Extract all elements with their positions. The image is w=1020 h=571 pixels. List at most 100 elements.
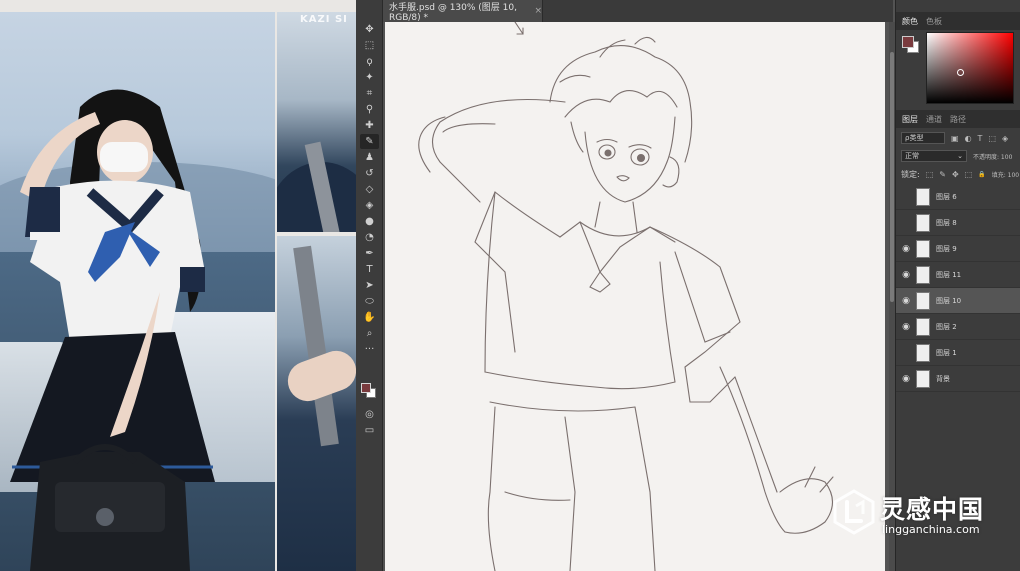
visibility-eye-icon[interactable]: ◉ [896,374,916,384]
filter-adjust-icon[interactable]: ◐ [965,134,972,143]
blur-icon[interactable]: ● [360,214,379,229]
visibility-eye-icon[interactable]: ◉ [896,270,916,280]
layer-name: 图层 9 [936,244,957,253]
tools-panel: ✥ ⬚ ϙ ✦ ⌗ ⚲ ✚ ✎ ♟ ↺ ◇ ◈ ● ◔ ✒ T ➤ ⬭ ✋ ⌕ ··· ◎ ▭ [356,0,383,571]
stamp-icon[interactable]: ♟ [360,150,379,165]
layer-row[interactable]: ◉ 图层 10 [896,288,1020,314]
foreground-color-swatch[interactable] [902,36,914,48]
bucket-icon[interactable]: ◈ [360,198,379,213]
document-tab-title: 水手服.psd @ 130% (图层 10, RGB/8) * [389,2,517,23]
tab-layers[interactable]: 图层 [902,114,918,125]
layer-row[interactable]: ◉ 背景 [896,366,1020,392]
marquee-icon[interactable]: ⬚ [360,38,379,53]
visibility-eye-icon[interactable]: ◉ [896,296,916,306]
pen-icon[interactable]: ✒ [360,246,379,261]
blend-row: 正常 ⌄ 不透明度: 100 [896,148,1020,164]
photoshop-window: ✥ ⬚ ϙ ✦ ⌗ ⚲ ✚ ✎ ♟ ↺ ◇ ◈ ● ◔ ✒ T ➤ ⬭ ✋ ⌕ ··· ◎ ▭ 水手服.psd @ 130%… [356,0,1020,571]
layer-thumbnail [916,187,930,206]
reference-photo-main [0,12,275,571]
scrollbar-thumb[interactable] [890,52,894,302]
right-panels: 颜色 色板 图层 通道 路径 ρ类型 ▣ ◐ T ⬚ ◈ 正常⌄ 不透明度: [895,0,1020,571]
history-brush-icon[interactable]: ↺ [360,166,379,181]
layer-thumbnail [916,317,930,336]
type-icon[interactable]: T [360,262,379,277]
lasso-icon[interactable]: ϙ [360,54,379,69]
layer-row[interactable]: 图层 6 [896,184,1020,210]
eyedropper-icon[interactable]: ⚲ [360,102,379,117]
layer-row[interactable]: 图层 1 [896,340,1020,366]
filter-smart-icon[interactable]: ◈ [1002,134,1008,143]
layer-name: 图层 2 [936,322,957,331]
filter-type-icon[interactable]: T [978,134,983,143]
layer-thumbnail [916,265,930,284]
quick-mask-icon[interactable]: ◎ [360,407,379,422]
document-tab[interactable]: 水手服.psd @ 130% (图层 10, RGB/8) * × [383,0,543,23]
layer-thumbnail [916,343,930,362]
site-watermark: 灵感中国 lingganchina.com [830,488,1015,544]
watermark-subtitle: lingganchina.com [882,523,980,536]
layer-name: 图层 8 [936,218,957,227]
canvas-area[interactable] [383,22,889,571]
shape-icon[interactable]: ⬭ [360,294,379,309]
layer-row[interactable]: 图层 8 [896,210,1020,236]
layer-name: 图层 1 [936,348,957,357]
layer-name: 背景 [936,374,950,383]
lock-row: 锁定: ⬚ ✎ ✥ ⬚ 🔒 填充: 100 [896,166,1020,182]
layer-thumbnail [916,369,930,388]
tab-color[interactable]: 颜色 [902,16,918,27]
layer-name: 图层 10 [936,296,962,305]
brush-icon[interactable]: ✎ [360,134,379,149]
lock-position-icon[interactable]: ✥ [952,170,959,179]
screen-mode-icon[interactable]: ▭ [360,423,379,438]
watermark-title: 灵感中国 [880,495,985,524]
layer-thumbnail [916,239,930,258]
healing-icon[interactable]: ✚ [360,118,379,133]
reference-photo-detail-top [277,12,356,232]
tab-channels[interactable]: 通道 [926,114,942,125]
layer-name: 图层 11 [936,270,962,279]
reference-photo-detail-bottom [277,236,356,571]
lock-all-icon[interactable]: 🔒 [978,171,985,178]
foreground-color-swatch[interactable] [361,383,371,393]
blend-mode-select[interactable]: 正常 ⌄ [901,150,967,162]
layer-filter-row: ρ类型 ▣ ◐ T ⬚ ◈ [896,130,1020,146]
crop-icon[interactable]: ⌗ [360,86,379,101]
more-tools-icon[interactable]: ··· [360,342,379,357]
lock-pixels-icon[interactable]: ✎ [939,170,946,179]
drawing-canvas[interactable] [385,22,885,571]
layers-panel-tabs: 图层 通道 路径 [896,110,1020,128]
visibility-eye-icon[interactable]: ◉ [896,244,916,254]
tab-bar [543,0,893,22]
color-picker-field[interactable] [926,32,1014,104]
fill-field[interactable]: 填充: 100 [992,170,1019,179]
opacity-field[interactable]: 不透明度: 100 [973,152,1012,161]
color-picker-ring[interactable] [957,69,964,76]
schoolgirl-figure [10,89,215,571]
close-tab-icon[interactable]: × [534,6,542,16]
lock-transparency-icon[interactable]: ⬚ [926,170,934,179]
hand-icon[interactable]: ✋ [360,310,379,325]
dodge-icon[interactable]: ◔ [360,230,379,245]
layer-row[interactable]: ◉ 图层 2 [896,314,1020,340]
move-icon[interactable]: ✥ [360,22,379,37]
layer-thumbnail [916,291,930,310]
layer-row[interactable]: ◉ 图层 9 [896,236,1020,262]
reference-photo-watermark: KAZI SI [300,14,348,25]
watermark-logo-icon [833,489,875,535]
layer-filter-select[interactable]: ρ类型 [901,132,945,144]
lock-artboard-icon[interactable]: ⬚ [965,170,973,179]
tab-swatches[interactable]: 色板 [926,16,942,27]
screen: KAZI SI ✥ ⬚ ϙ ✦ ⌗ ⚲ ✚ ✎ ♟ ↺ ◇ ◈ ● ◔ ✒ T ➤ ⬭ ✋ ⌕ ··· ◎ ▭ 水手服.ps… [0,0,1020,571]
filter-shape-icon[interactable]: ⬚ [988,134,996,143]
pencil-sketch [418,22,834,571]
layer-row[interactable]: ◉ 图层 11 [896,262,1020,288]
eraser-icon[interactable]: ◇ [360,182,379,197]
layers-list: 图层 6 图层 8 ◉ 图层 9 ◉ 图层 11 ◉ 图层 10 ◉ 图层 2 图层 1 ◉ 背景 [896,184,1020,392]
visibility-eye-icon[interactable]: ◉ [896,322,916,332]
path-select-icon[interactable]: ➤ [360,278,379,293]
magic-wand-icon[interactable]: ✦ [360,70,379,85]
layer-thumbnail [916,213,930,232]
tab-paths[interactable]: 路径 [950,114,966,125]
filter-pixel-icon[interactable]: ▣ [951,134,959,143]
zoom-icon[interactable]: ⌕ [360,326,379,341]
